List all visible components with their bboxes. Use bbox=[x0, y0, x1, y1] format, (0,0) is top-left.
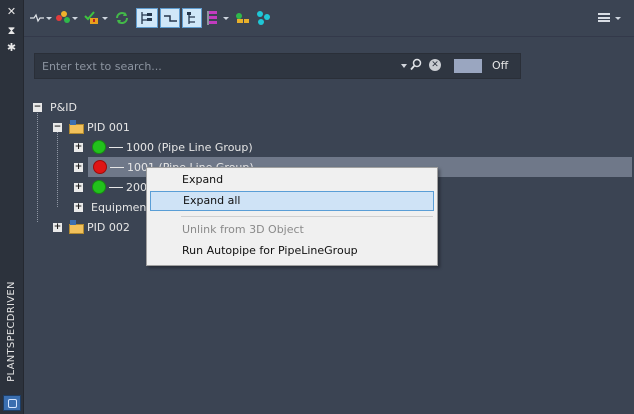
collapse-icon[interactable]: − bbox=[33, 102, 42, 112]
tree-node-root[interactable]: − P&ID bbox=[33, 97, 77, 117]
chevron-down-icon[interactable] bbox=[615, 17, 621, 20]
network-icon bbox=[257, 11, 271, 25]
tree-node-equipment[interactable]: + Equipment bbox=[74, 197, 151, 217]
close-icon[interactable]: ✕ bbox=[4, 5, 19, 18]
menu-item-expand-all[interactable]: Expand all bbox=[150, 191, 434, 211]
chevron-down-icon bbox=[72, 16, 78, 20]
filter-toggle[interactable] bbox=[454, 59, 482, 73]
expand-icon[interactable]: + bbox=[74, 162, 83, 172]
status-green-icon bbox=[92, 140, 106, 154]
menu-item-unlink-3d-object: Unlink from 3D Object bbox=[182, 223, 304, 236]
pipe-line-icon bbox=[110, 166, 124, 168]
toolbar bbox=[24, 0, 634, 37]
tree-view-button[interactable] bbox=[136, 8, 158, 28]
check-warning-button[interactable] bbox=[84, 8, 108, 28]
palette-title: PLANTSPECDRIVEN bbox=[2, 272, 20, 390]
tree-node-2000[interactable]: + 2000 bbox=[74, 177, 154, 197]
pipe-line-icon bbox=[109, 146, 123, 148]
equipment-view-button[interactable] bbox=[182, 8, 202, 28]
tree-node-label: PID 001 bbox=[87, 120, 130, 134]
connector-icon-button[interactable] bbox=[30, 8, 52, 28]
equipment-view-icon bbox=[187, 12, 195, 24]
context-menu: Expand Expand all Unlink from 3D Object … bbox=[146, 167, 438, 266]
app-logo-icon bbox=[3, 395, 21, 411]
toggle-state-label: Off bbox=[492, 59, 509, 72]
menu-icon[interactable] bbox=[598, 13, 610, 22]
expand-icon[interactable]: + bbox=[74, 182, 83, 192]
expand-icon[interactable]: + bbox=[74, 202, 83, 212]
chevron-down-icon[interactable] bbox=[401, 64, 407, 68]
chevron-down-icon bbox=[102, 16, 108, 20]
tree-node-label: 1000 (Pipe Line Group) bbox=[126, 140, 253, 154]
group-button[interactable] bbox=[207, 8, 231, 28]
expand-icon[interactable]: + bbox=[53, 222, 62, 232]
drawing-folder-icon bbox=[69, 220, 85, 234]
tree-node-label: Equipment bbox=[91, 200, 151, 214]
search-icon[interactable] bbox=[410, 58, 423, 71]
settings-icon[interactable]: ✱ bbox=[4, 41, 19, 54]
chevron-down-icon bbox=[46, 16, 52, 20]
tree-view-icon bbox=[141, 12, 152, 24]
chevron-down-icon bbox=[223, 16, 229, 20]
palette-title-label: PLANTSPECDRIVEN bbox=[5, 280, 17, 382]
tree-node-pid-002[interactable]: + PID 002 bbox=[53, 217, 130, 237]
clear-search-icon[interactable]: ✕ bbox=[429, 59, 441, 71]
tree-node-pid-001[interactable]: − PID 001 bbox=[53, 117, 130, 137]
refresh-icon bbox=[116, 12, 128, 24]
tree-node-1000[interactable]: + 1000 (Pipe Line Group) bbox=[74, 137, 253, 157]
check-warning-icon bbox=[84, 11, 100, 25]
tree-guide-line bbox=[37, 109, 38, 222]
group-icon bbox=[207, 11, 217, 25]
search-bar: ✕ Off bbox=[34, 53, 521, 79]
pin-icon[interactable]: ⧗ bbox=[4, 24, 19, 37]
status-green-icon bbox=[92, 180, 106, 194]
tree-node-label: PID 002 bbox=[87, 220, 130, 234]
tree-node-label: P&ID bbox=[50, 100, 77, 114]
color-dots-icon bbox=[56, 11, 70, 25]
assign-button[interactable] bbox=[234, 8, 252, 28]
drawing-folder-icon bbox=[69, 120, 85, 134]
assign-icon bbox=[236, 13, 249, 23]
refresh-button[interactable] bbox=[114, 8, 132, 28]
search-input[interactable] bbox=[42, 58, 372, 74]
expand-icon[interactable]: + bbox=[74, 142, 83, 152]
tree-node-1001-expander[interactable]: + bbox=[74, 157, 83, 177]
pipe-line-icon bbox=[109, 186, 123, 188]
menu-item-expand[interactable]: Expand bbox=[150, 170, 434, 190]
menu-separator bbox=[181, 216, 433, 217]
network-button[interactable] bbox=[257, 8, 273, 28]
pipe-view-icon bbox=[164, 15, 177, 22]
color-dots-button[interactable] bbox=[56, 8, 78, 28]
connector-icon bbox=[30, 13, 44, 23]
palette-side-strip: ✕ ⧗ ✱ PLANTSPECDRIVEN bbox=[0, 0, 24, 414]
pipe-view-button[interactable] bbox=[160, 8, 180, 28]
tree-guide-line bbox=[57, 129, 58, 207]
status-red-icon bbox=[93, 160, 107, 174]
collapse-icon[interactable]: − bbox=[53, 122, 62, 132]
menu-item-run-autopipe[interactable]: Run Autopipe for PipeLineGroup bbox=[150, 241, 434, 261]
